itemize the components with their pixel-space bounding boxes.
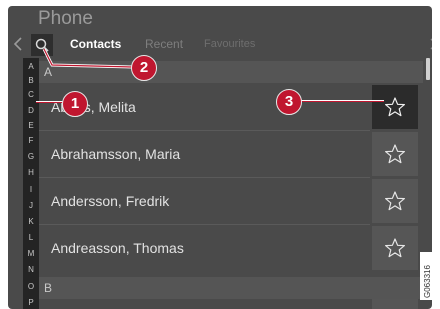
row-divider bbox=[39, 224, 370, 225]
star-outline-icon bbox=[385, 97, 405, 117]
favourite-button[interactable] bbox=[372, 132, 418, 176]
alphabet-index[interactable]: A B C D E F G H I J K L M N O P bbox=[23, 58, 39, 309]
contact-name: Andreasson, Thomas bbox=[51, 240, 184, 256]
chevron-left-icon[interactable] bbox=[11, 34, 25, 54]
section-letter: B bbox=[44, 281, 53, 295]
row-divider bbox=[39, 177, 370, 178]
tab-favourites[interactable]: Favourites bbox=[204, 38, 255, 50]
row-divider bbox=[39, 130, 370, 131]
alphabet-letter-l[interactable]: L bbox=[23, 233, 39, 243]
alphabet-letter-f[interactable]: F bbox=[23, 136, 39, 146]
alphabet-letter-b[interactable]: B bbox=[23, 76, 39, 86]
app-title: Phone bbox=[38, 8, 93, 29]
alphabet-letter-p[interactable]: P bbox=[23, 298, 39, 308]
alphabet-letter-j[interactable]: J bbox=[23, 201, 39, 211]
alphabet-letter-c[interactable]: C bbox=[23, 90, 39, 100]
star-outline-icon bbox=[385, 191, 405, 211]
figure-code-label: G063316 bbox=[420, 252, 434, 300]
tab-recent[interactable]: Recent bbox=[145, 37, 183, 51]
contact-row[interactable]: Abrahamsson, Maria bbox=[39, 132, 370, 176]
contact-name: Andersson, Fredrik bbox=[51, 193, 170, 209]
section-header-b: B bbox=[39, 277, 423, 299]
callout-2-leader bbox=[42, 48, 133, 69]
contact-name: Abrahamsson, Maria bbox=[51, 146, 181, 162]
alphabet-letter-a[interactable]: A bbox=[23, 62, 39, 72]
chevron-right-icon[interactable] bbox=[428, 36, 432, 52]
callout-3-leader-core bbox=[300, 100, 384, 102]
alphabet-letter-m[interactable]: M bbox=[23, 249, 39, 259]
contact-row[interactable]: Abbas, Melita bbox=[39, 85, 370, 129]
alphabet-letter-n[interactable]: N bbox=[23, 265, 39, 275]
alphabet-letter-o[interactable]: O bbox=[23, 282, 39, 292]
alphabet-letter-i[interactable]: I bbox=[23, 185, 39, 195]
favourite-button[interactable] bbox=[372, 85, 418, 129]
alphabet-letter-e[interactable]: E bbox=[23, 121, 39, 131]
star-outline-icon bbox=[385, 144, 405, 164]
favourite-button[interactable] bbox=[372, 226, 418, 270]
star-outline-icon bbox=[385, 238, 405, 258]
alphabet-letter-h[interactable]: H bbox=[23, 168, 39, 178]
contact-row[interactable]: Andreasson, Thomas bbox=[39, 226, 370, 270]
callout-1: 1 bbox=[62, 91, 88, 117]
alphabet-letter-d[interactable]: D bbox=[23, 106, 39, 116]
scrollbar-thumb[interactable] bbox=[426, 58, 430, 80]
callout-3: 3 bbox=[276, 89, 302, 115]
figure-code-text: G063316 bbox=[423, 265, 432, 298]
alphabet-letter-k[interactable]: K bbox=[23, 217, 39, 227]
favourite-button[interactable] bbox=[372, 179, 418, 223]
favourite-button[interactable] bbox=[372, 299, 418, 309]
callout-2: 2 bbox=[131, 55, 157, 81]
contact-row[interactable]: Andersson, Fredrik bbox=[39, 179, 370, 223]
alphabet-letter-g[interactable]: G bbox=[23, 152, 39, 162]
